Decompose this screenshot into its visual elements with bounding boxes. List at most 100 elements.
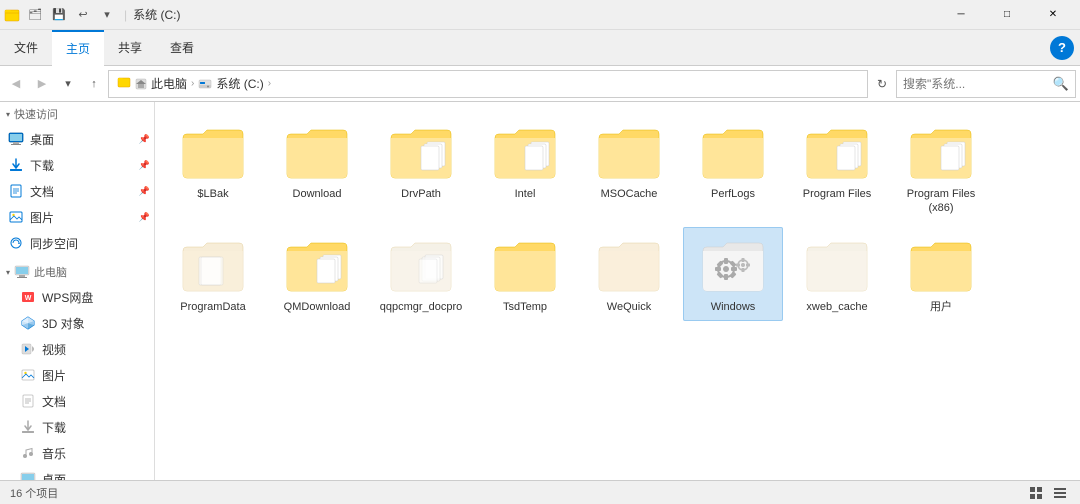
- folder-msocache[interactable]: MSOCache: [579, 114, 679, 223]
- folder-windows[interactable]: Windows: [683, 227, 783, 321]
- sidebar-item-music[interactable]: 音乐: [0, 440, 154, 466]
- folder-users[interactable]: 用户: [891, 227, 991, 321]
- folder-qmdownload[interactable]: QMDownload: [267, 227, 367, 321]
- path-separator-1: ›: [191, 78, 194, 89]
- search-input[interactable]: [903, 77, 1049, 91]
- qa-new-folder[interactable]: 🗂: [24, 4, 46, 26]
- sidebar: ▾ 快速访问 桌面 📌: [0, 102, 155, 480]
- sidebar-item-sync[interactable]: 同步空间: [0, 230, 154, 256]
- sidebar-pictures-label: 图片: [30, 209, 54, 226]
- folder-drvpath[interactable]: DrvPath: [371, 114, 471, 223]
- tab-view[interactable]: 查看: [156, 30, 208, 66]
- wps-icon: W: [20, 289, 36, 305]
- folder-qqpcmgr[interactable]: qqpcmgr_docpro: [371, 227, 471, 321]
- pin-documents: 📌: [139, 186, 150, 197]
- folder-wequick-name: WeQuick: [607, 300, 651, 314]
- forward-button[interactable]: ▶: [30, 72, 54, 96]
- folder-qqpcmgr-name: qqpcmgr_docpro: [380, 300, 463, 314]
- search-icon: 🔍: [1053, 76, 1069, 92]
- sidebar-download2-label: 下载: [42, 419, 66, 436]
- folder-windows-icon: [697, 234, 769, 296]
- download2-icon: [20, 419, 36, 435]
- minimize-button[interactable]: ─: [938, 0, 984, 30]
- refresh-button[interactable]: ↻: [870, 72, 894, 96]
- folder-download[interactable]: Download: [267, 114, 367, 223]
- status-item-count: 16 个项目: [10, 485, 58, 501]
- music-icon: [20, 445, 36, 461]
- folder-programfiles[interactable]: Program Files: [787, 114, 887, 223]
- sidebar-item-download2[interactable]: 下载: [0, 414, 154, 440]
- folder-programfilesx86-name: Program Files(x86): [907, 187, 975, 216]
- sidebar-documents2-label: 文档: [42, 393, 66, 410]
- sidebar-desktop-label: 桌面: [30, 131, 54, 148]
- path-separator-2: ›: [268, 78, 271, 89]
- search-box[interactable]: 🔍: [896, 70, 1076, 98]
- sidebar-item-download[interactable]: 下载 📌: [0, 152, 154, 178]
- folder-lbak[interactable]: $LBak: [163, 114, 263, 223]
- folder-xwebcache-icon: [801, 234, 873, 296]
- sidebar-item-video[interactable]: 视频: [0, 336, 154, 362]
- qa-save[interactable]: 💾: [48, 4, 70, 26]
- picture2-icon: [20, 367, 36, 383]
- folder-intel-icon: [489, 121, 561, 183]
- restore-button[interactable]: □: [984, 0, 1030, 30]
- tab-share[interactable]: 共享: [104, 30, 156, 66]
- thispc-label: 此电脑: [34, 264, 67, 280]
- folder-programfilesx86-icon: [905, 121, 977, 183]
- thispc-header[interactable]: ▾ 此电脑: [0, 260, 154, 284]
- dropdown-button[interactable]: ▾: [56, 72, 80, 96]
- folder-wequick[interactable]: WeQuick: [579, 227, 679, 321]
- folder-msocache-name: MSOCache: [601, 187, 658, 201]
- sidebar-item-3d[interactable]: 3D 对象: [0, 310, 154, 336]
- folder-programdata[interactable]: ProgramData: [163, 227, 263, 321]
- sidebar-item-desktop[interactable]: 桌面 📌: [0, 126, 154, 152]
- sync-icon: [8, 235, 24, 251]
- ribbon: 文件 主页 共享 查看 ?: [0, 30, 1080, 66]
- tab-home[interactable]: 主页: [52, 30, 104, 66]
- sidebar-item-documents[interactable]: 文档 📌: [0, 178, 154, 204]
- quick-access-header[interactable]: ▾ 快速访问: [0, 102, 154, 126]
- 3d-icon: [20, 315, 36, 331]
- folder-programfilesx86[interactable]: Program Files(x86): [891, 114, 991, 223]
- sidebar-item-documents2[interactable]: 文档: [0, 388, 154, 414]
- desktop2-icon: [20, 471, 36, 480]
- folder-users-icon: [905, 234, 977, 296]
- view-large-icons[interactable]: [1026, 483, 1046, 503]
- close-button[interactable]: ✕: [1030, 0, 1076, 30]
- folder-programdata-icon: [177, 234, 249, 296]
- sidebar-music-label: 音乐: [42, 445, 66, 462]
- help-button[interactable]: ?: [1050, 36, 1074, 60]
- sidebar-item-pictures[interactable]: 图片 📌: [0, 204, 154, 230]
- qa-dropdown[interactable]: ▾: [96, 4, 118, 26]
- folder-download-name: Download: [293, 187, 342, 201]
- sidebar-item-desktop2[interactable]: 桌面: [0, 466, 154, 480]
- folder-perflogs[interactable]: PerfLogs: [683, 114, 783, 223]
- app-icon: [4, 7, 20, 23]
- folder-windows-name: Windows: [711, 300, 756, 314]
- main-layout: ▾ 快速访问 桌面 📌: [0, 102, 1080, 480]
- folder-qmdownload-icon: [281, 234, 353, 296]
- pin-pictures: 📌: [139, 212, 150, 223]
- status-right: [1026, 483, 1070, 503]
- folder-tsdtemp[interactable]: TsdTemp: [475, 227, 575, 321]
- tab-file[interactable]: 文件: [0, 30, 52, 66]
- folder-tsdtemp-name: TsdTemp: [503, 300, 547, 314]
- folder-drvpath-name: DrvPath: [401, 187, 441, 201]
- address-path[interactable]: 此电脑 › 系统 (C:) ›: [108, 70, 868, 98]
- sidebar-item-wps[interactable]: W WPS网盘: [0, 284, 154, 310]
- status-bar: 16 个项目: [0, 480, 1080, 504]
- quick-access-arrow: ▾: [6, 110, 10, 119]
- sidebar-item-pictures2[interactable]: 图片: [0, 362, 154, 388]
- folder-xwebcache[interactable]: xweb_cache: [787, 227, 887, 321]
- thispc-icon: [14, 265, 30, 279]
- qa-undo[interactable]: ↩: [72, 4, 94, 26]
- view-details[interactable]: [1050, 483, 1070, 503]
- folder-intel-name: Intel: [515, 187, 536, 201]
- sidebar-download-label: 下载: [30, 157, 54, 174]
- folder-intel[interactable]: Intel: [475, 114, 575, 223]
- folder-programfiles-name: Program Files: [803, 187, 871, 201]
- title-separator: |: [124, 8, 127, 22]
- back-button[interactable]: ◀: [4, 72, 28, 96]
- up-button[interactable]: ↑: [82, 72, 106, 96]
- download-icon: [8, 157, 24, 173]
